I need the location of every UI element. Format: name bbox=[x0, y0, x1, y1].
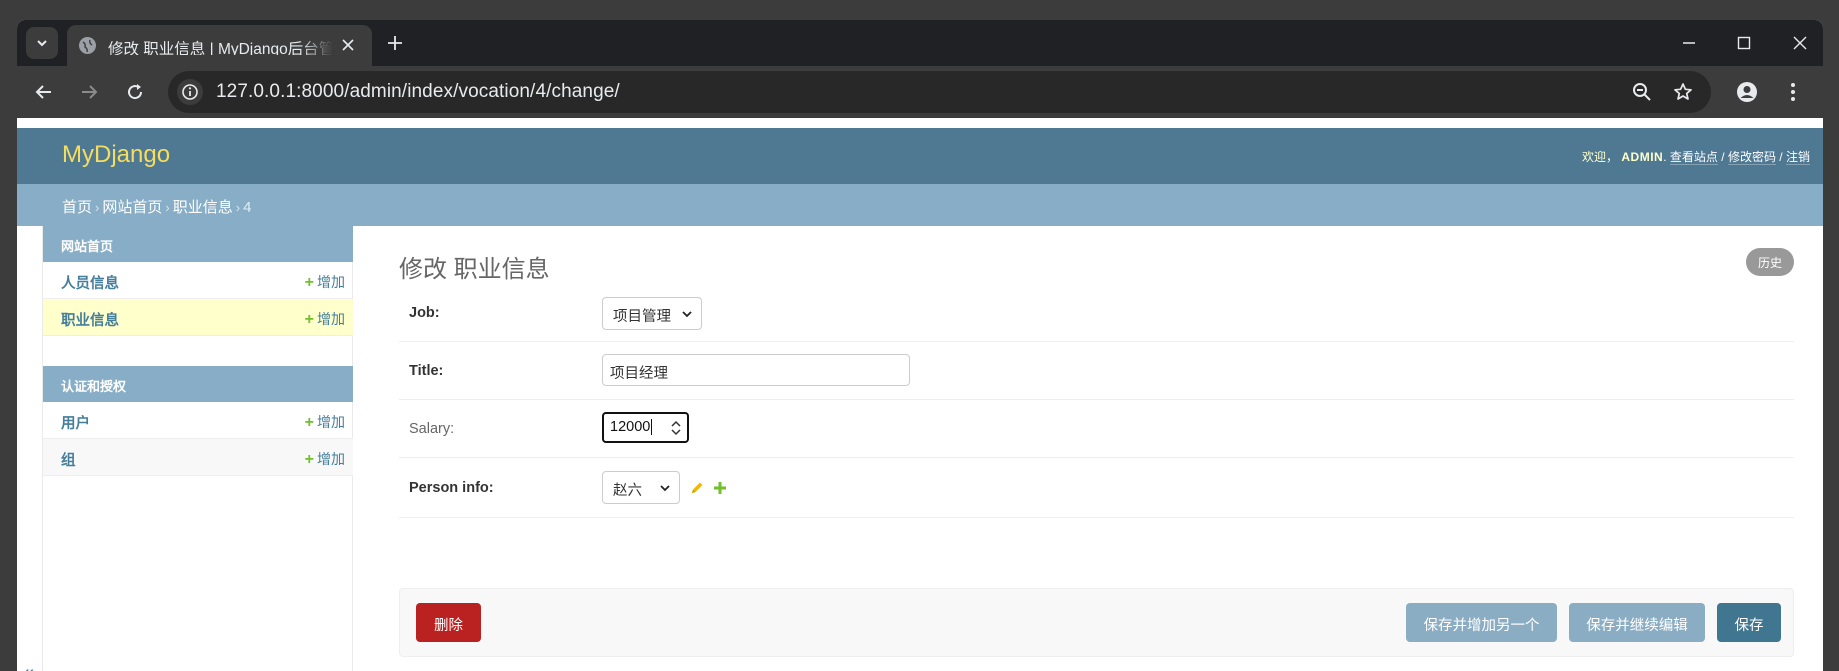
chevron-down-icon bbox=[37, 40, 47, 47]
browser-toolbar: 127.0.0.1:8000/admin/index/vocation/4/ch… bbox=[17, 66, 1823, 118]
address-bar[interactable]: 127.0.0.1:8000/admin/index/vocation/4/ch… bbox=[168, 71, 1711, 113]
plus-icon: + bbox=[304, 414, 314, 431]
breadcrumb: 首页 › 网站首页 › 职业信息 › 4 bbox=[17, 184, 1823, 226]
active-tab[interactable]: 修改 职业信息 | MyDjango后台管理 bbox=[67, 25, 372, 66]
separator: / bbox=[1779, 150, 1783, 164]
admin-header: MyDjango 欢迎， ADMIN. 查看站点 / 修改密码 / 注销 bbox=[17, 128, 1823, 184]
breadcrumb-model[interactable]: 职业信息 bbox=[173, 199, 233, 216]
save-and-continue-button[interactable]: 保存并继续编辑 bbox=[1569, 603, 1705, 642]
user-tools: 欢迎， ADMIN. 查看站点 / 修改密码 / 注销 bbox=[1582, 150, 1810, 165]
tab-bar: 修改 职业信息 | MyDjango后台管理 bbox=[17, 20, 1823, 66]
forward-icon[interactable] bbox=[75, 78, 103, 106]
module-caption[interactable]: 网站首页 bbox=[43, 226, 353, 262]
new-tab-icon[interactable] bbox=[381, 29, 409, 57]
history-button[interactable]: 历史 bbox=[1745, 248, 1794, 276]
chevron-down-icon bbox=[682, 311, 692, 318]
save-button[interactable]: 保存 bbox=[1717, 603, 1781, 642]
sidebar-item-users[interactable]: 用户 + 增加 bbox=[43, 402, 353, 439]
tab-title: 修改 职业信息 | MyDjango后台管理 bbox=[108, 41, 333, 55]
sidebar-item-person[interactable]: 人员信息 + 增加 bbox=[43, 262, 353, 299]
module-caption[interactable]: 认证和授权 bbox=[43, 366, 353, 402]
profile-icon[interactable] bbox=[1733, 78, 1761, 106]
field-row-job: Job: 项目管理 bbox=[399, 283, 1794, 342]
job-select[interactable]: 项目管理 bbox=[602, 297, 702, 330]
bookmark-star-icon[interactable] bbox=[1671, 80, 1695, 104]
view-site-link[interactable]: 查看站点 bbox=[1669, 150, 1718, 165]
title-label: Title: bbox=[409, 363, 444, 379]
plus-icon: + bbox=[304, 451, 314, 468]
plus-icon: + bbox=[304, 274, 314, 291]
edit-pencil-icon[interactable] bbox=[689, 480, 705, 496]
model-link[interactable]: 人员信息 bbox=[61, 272, 119, 293]
welcome-text: 欢迎， bbox=[1582, 150, 1619, 164]
field-row-salary: Salary: 12000 bbox=[399, 400, 1794, 458]
close-window-icon[interactable] bbox=[1787, 30, 1813, 56]
globe-icon bbox=[79, 37, 96, 54]
close-tab-icon[interactable] bbox=[338, 35, 358, 55]
delete-button[interactable]: 删除 bbox=[416, 603, 481, 642]
breadcrumb-home[interactable]: 首页 bbox=[62, 199, 92, 216]
model-link[interactable]: 职业信息 bbox=[61, 309, 119, 330]
add-related-icon[interactable] bbox=[712, 480, 728, 496]
back-icon[interactable] bbox=[30, 78, 58, 106]
admin-page: MyDjango 欢迎， ADMIN. 查看站点 / 修改密码 / 注销 首页 ›… bbox=[17, 128, 1823, 671]
nav-sidebar: 网站首页 人员信息 + 增加 职业信息 + 增加 认证和授权 用户 + 增加 组 + 增… bbox=[42, 226, 353, 671]
menu-kebab-icon[interactable] bbox=[1779, 78, 1807, 106]
person-info-label: Person info: bbox=[409, 480, 494, 496]
reload-icon[interactable] bbox=[121, 78, 149, 106]
site-brand[interactable]: MyDjango bbox=[62, 141, 170, 169]
model-link[interactable]: 用户 bbox=[61, 412, 90, 433]
add-link[interactable]: + 增加 bbox=[305, 449, 345, 469]
logout-link[interactable]: 注销 bbox=[1785, 150, 1810, 165]
site-info-icon[interactable] bbox=[177, 79, 203, 105]
add-link[interactable]: + 增加 bbox=[305, 272, 345, 292]
submit-row: 删除 保存并增加另一个 保存并继续编辑 保存 bbox=[399, 588, 1794, 657]
job-label: Job: bbox=[409, 305, 440, 321]
number-spinner-icon bbox=[671, 420, 681, 436]
username: ADMIN bbox=[1621, 150, 1664, 164]
model-link[interactable]: 组 bbox=[61, 449, 76, 470]
change-password-link[interactable]: 修改密码 bbox=[1727, 150, 1776, 165]
sidebar-item-vocation[interactable]: 职业信息 + 增加 bbox=[43, 299, 353, 336]
zoom-icon[interactable] bbox=[1630, 80, 1654, 104]
breadcrumb-current: 4 bbox=[243, 199, 252, 216]
toggle-sidebar-button[interactable]: « bbox=[23, 662, 34, 671]
field-row-person-info: Person info: 赵六 bbox=[399, 458, 1794, 518]
save-and-add-another-button[interactable]: 保存并增加另一个 bbox=[1406, 603, 1557, 642]
salary-input[interactable]: 12000 bbox=[602, 412, 689, 443]
minimize-icon[interactable] bbox=[1676, 30, 1702, 56]
tab-search-button[interactable] bbox=[26, 27, 58, 59]
sidebar-item-groups[interactable]: 组 + 增加 bbox=[43, 439, 353, 476]
person-info-select[interactable]: 赵六 bbox=[602, 471, 680, 504]
plus-icon: + bbox=[304, 311, 314, 328]
chevron-down-icon bbox=[660, 485, 670, 492]
browser-window: 修改 职业信息 | MyDjango后台管理 127.0.0.1:8000/ad… bbox=[17, 20, 1823, 671]
separator: / bbox=[1721, 150, 1725, 164]
add-link[interactable]: + 增加 bbox=[305, 309, 345, 329]
add-link[interactable]: + 增加 bbox=[305, 412, 345, 432]
maximize-icon[interactable] bbox=[1731, 30, 1757, 56]
breadcrumb-app[interactable]: 网站首页 bbox=[102, 199, 162, 216]
field-row-title: Title: 项目经理 bbox=[399, 342, 1794, 400]
page-title: 修改 职业信息 bbox=[399, 256, 550, 283]
url-text[interactable]: 127.0.0.1:8000/admin/index/vocation/4/ch… bbox=[216, 81, 620, 103]
salary-label: Salary: bbox=[409, 421, 455, 437]
title-input[interactable]: 项目经理 bbox=[602, 354, 910, 386]
